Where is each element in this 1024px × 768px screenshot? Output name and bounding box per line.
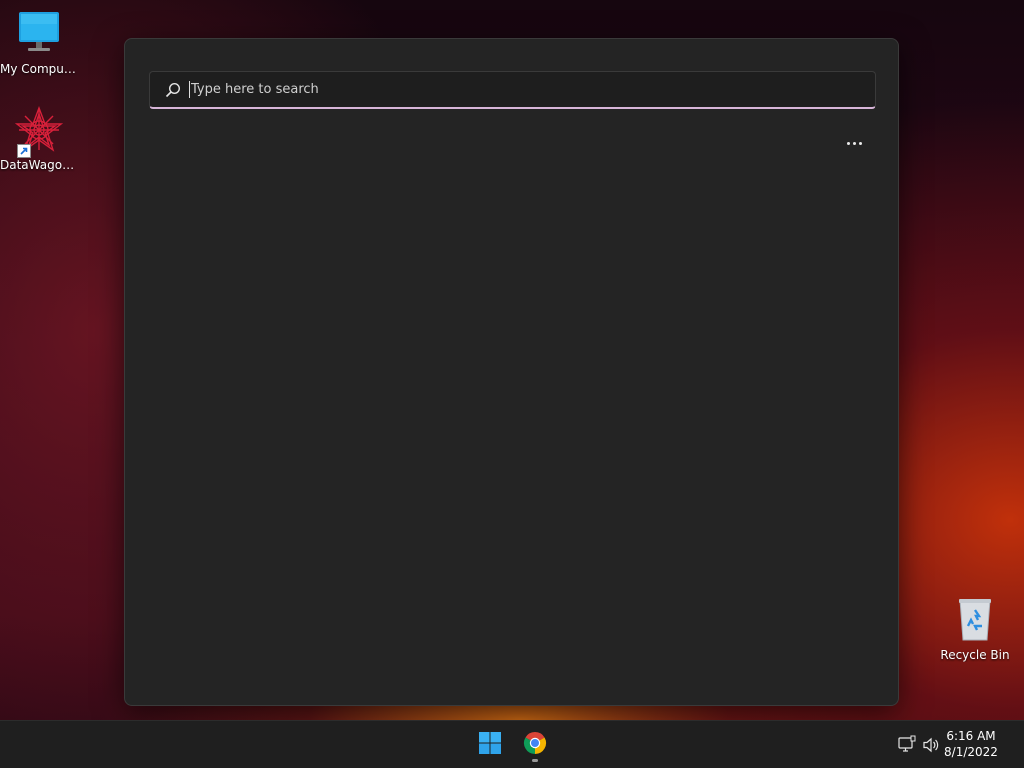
datawagon-app-icon xyxy=(14,106,64,158)
network-icon[interactable] xyxy=(897,735,917,755)
recycle-bin-icon xyxy=(951,596,999,644)
desktop-icon-label: DataWagon... xyxy=(0,158,78,172)
more-options-button[interactable] xyxy=(840,135,868,151)
desktop-icon-my-computer[interactable]: My Computer xyxy=(0,10,78,76)
running-indicator xyxy=(532,759,538,762)
chrome-icon xyxy=(523,731,547,759)
shortcut-arrow-icon xyxy=(17,144,31,158)
search-box[interactable] xyxy=(149,71,876,109)
ellipsis-icon xyxy=(846,141,850,145)
desktop-icon-label: Recycle Bin xyxy=(940,648,1010,662)
desktop-icon-datawagon[interactable]: DataWagon... xyxy=(0,106,78,172)
desktop-icon-label: My Computer xyxy=(0,62,78,76)
clock-date: 8/1/2022 xyxy=(944,745,998,759)
search-icon xyxy=(165,82,181,98)
windows-start-icon xyxy=(478,731,502,759)
taskbar-clock[interactable]: 6:16 AM 8/1/2022 xyxy=(936,728,1006,760)
monitor-icon xyxy=(15,10,63,58)
taskbar: 6:16 AM 8/1/2022 xyxy=(0,720,1024,768)
clock-time: 6:16 AM xyxy=(946,729,996,743)
start-button[interactable] xyxy=(470,725,510,765)
text-caret xyxy=(189,81,190,98)
desktop-icon-recycle-bin[interactable]: Recycle Bin xyxy=(936,596,1014,662)
search-panel xyxy=(124,38,899,706)
search-input[interactable] xyxy=(191,72,875,107)
taskbar-chrome-button[interactable] xyxy=(515,725,555,765)
